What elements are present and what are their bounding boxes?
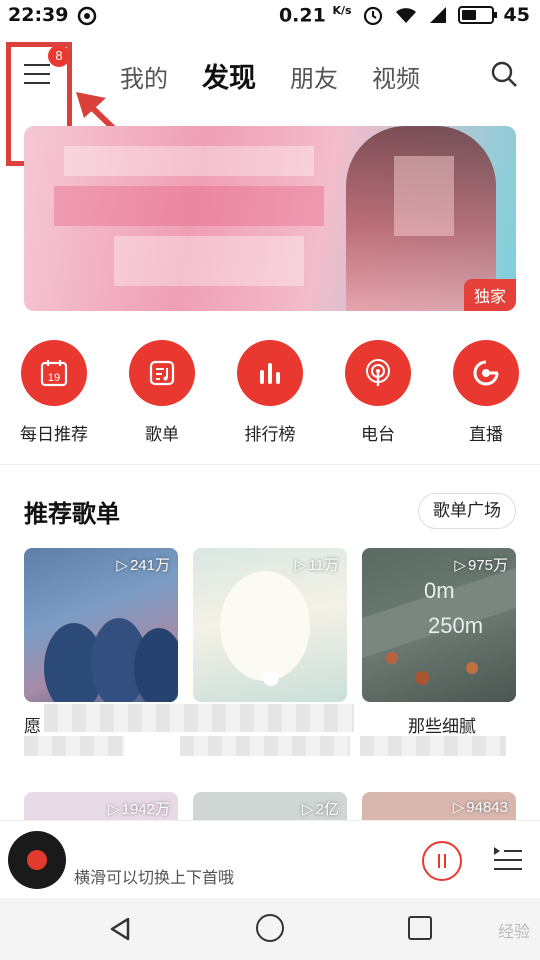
playlist-button[interactable]: 歌单 <box>117 340 207 445</box>
playlist-card[interactable]: 11万 <box>193 548 347 702</box>
battery-level: 45 <box>503 4 530 27</box>
exclusive-tag: 独家 <box>463 279 516 311</box>
wifi-icon <box>395 8 416 24</box>
status-bar: 22:39 0.21 K/s 45 <box>0 0 540 34</box>
top-header: 8 我的 发现 朋友 视频 <box>0 34 540 166</box>
net-speed: 0.21 K/s <box>278 4 352 27</box>
banner-mosaic <box>54 186 324 226</box>
recent-apps-icon[interactable] <box>408 916 432 940</box>
tab-video[interactable]: 视频 <box>372 59 420 94</box>
obscured-title <box>44 704 354 732</box>
back-icon[interactable] <box>108 916 134 942</box>
playlist-card[interactable]: 2亿 <box>193 792 347 822</box>
playlist-queue-icon[interactable] <box>492 845 524 875</box>
banner-mosaic <box>394 156 454 236</box>
main-tabs: 我的 发现 朋友 视频 <box>120 56 420 95</box>
daily-recommend-button[interactable]: 19 每日推荐 <box>9 340 99 445</box>
mini-player[interactable]: 横滑可以切换上下首哦 <box>0 820 540 898</box>
play-count: 11万 <box>295 554 339 575</box>
netease-notification-icon <box>78 6 97 26</box>
play-count: 1942万 <box>108 798 170 819</box>
album-disc-icon[interactable] <box>8 831 66 889</box>
playlist-title: 那些细腻 <box>408 717 476 737</box>
svg-text:0m: 0m <box>424 578 455 603</box>
svg-text:250m: 250m <box>428 613 483 638</box>
playlist-title: 愿 <box>24 717 41 737</box>
home-icon[interactable] <box>256 914 284 942</box>
playlist-card[interactable]: 1942万 <box>24 792 178 822</box>
chart-bars-icon <box>260 363 280 384</box>
tab-friends[interactable]: 朋友 <box>290 59 338 94</box>
obscured-title <box>180 736 350 756</box>
player-hint: 横滑可以切换上下首哦 <box>74 868 235 887</box>
tab-mine[interactable]: 我的 <box>120 59 168 94</box>
alarm-icon <box>363 7 382 26</box>
battery-icon <box>457 6 497 25</box>
section-title: 推荐歌单 <box>24 500 120 528</box>
quick-label: 排行榜 <box>244 425 296 445</box>
chart-button[interactable]: 排行榜 <box>225 340 315 445</box>
quick-label: 电台 <box>361 425 395 445</box>
play-count: 94843 <box>453 798 508 816</box>
promo-banner[interactable]: 独家 <box>24 126 516 311</box>
quick-label: 直播 <box>469 425 503 445</box>
quick-label: 歌单 <box>145 425 179 445</box>
live-button[interactable]: 直播 <box>441 340 531 445</box>
search-icon[interactable] <box>490 60 518 88</box>
playlist-icon <box>149 360 175 386</box>
obscured-title <box>360 736 506 756</box>
calendar-icon: 19 <box>40 360 68 387</box>
radio-button[interactable]: 电台 <box>333 340 423 445</box>
svg-text:19: 19 <box>48 372 60 384</box>
tab-discover[interactable]: 发现 <box>202 56 256 95</box>
playlist-square-button[interactable]: 歌单广场 <box>418 493 516 529</box>
quick-label: 每日推荐 <box>20 425 88 445</box>
live-icon <box>473 360 499 386</box>
watermark: 经验 <box>497 922 530 941</box>
pause-button[interactable] <box>422 841 462 881</box>
playlist-card[interactable]: 94843 <box>362 792 516 822</box>
play-count: 975万 <box>454 554 508 575</box>
play-count: 2亿 <box>302 798 339 819</box>
system-nav-bar: 经验 <box>0 898 540 960</box>
playlist-card[interactable]: 241万 <box>24 548 178 702</box>
obscured-title <box>24 736 124 756</box>
play-count: 241万 <box>116 554 170 575</box>
radio-icon <box>366 359 390 386</box>
signal-icon <box>429 7 446 24</box>
status-time: 22:39 <box>8 4 69 26</box>
playlist-card[interactable]: 0m 250m 975万 <box>362 548 516 702</box>
quick-entry-row: 19 每日推荐 歌单 排行榜 电台 直播 <box>0 340 540 450</box>
banner-mosaic <box>64 146 314 176</box>
section-divider <box>0 464 540 465</box>
banner-mosaic <box>114 236 304 286</box>
